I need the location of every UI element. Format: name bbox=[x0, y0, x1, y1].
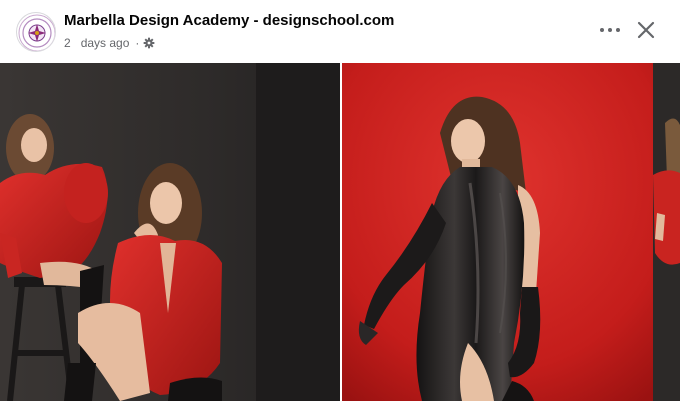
more-dot bbox=[608, 28, 612, 32]
post-header: Marbella Design Academy - designschool.c… bbox=[0, 0, 680, 63]
more-dot bbox=[600, 28, 604, 32]
photo-partial-red-outfit bbox=[653, 63, 680, 401]
more-dot bbox=[616, 28, 620, 32]
photo-black-satin-dress bbox=[342, 63, 653, 401]
gear-icon[interactable] bbox=[143, 37, 155, 49]
page-name-link[interactable]: Marbella Design Academy - designschool.c… bbox=[64, 12, 394, 29]
gallery-photo[interactable] bbox=[342, 63, 653, 401]
post-meta: 2 days ago · bbox=[64, 36, 155, 50]
gallery-photo[interactable] bbox=[653, 63, 680, 401]
timestamp-number[interactable]: 2 bbox=[64, 36, 71, 50]
photo-red-outfits-duo bbox=[0, 63, 340, 401]
close-icon[interactable] bbox=[634, 18, 658, 42]
photo-gallery bbox=[0, 63, 680, 401]
page-avatar[interactable] bbox=[16, 12, 56, 52]
meta-separator: · bbox=[135, 36, 140, 50]
academy-logo bbox=[18, 14, 55, 51]
gallery-photo[interactable] bbox=[0, 63, 340, 401]
timestamp-unit[interactable]: days ago bbox=[81, 36, 130, 50]
more-horizontal-icon[interactable] bbox=[598, 20, 622, 40]
